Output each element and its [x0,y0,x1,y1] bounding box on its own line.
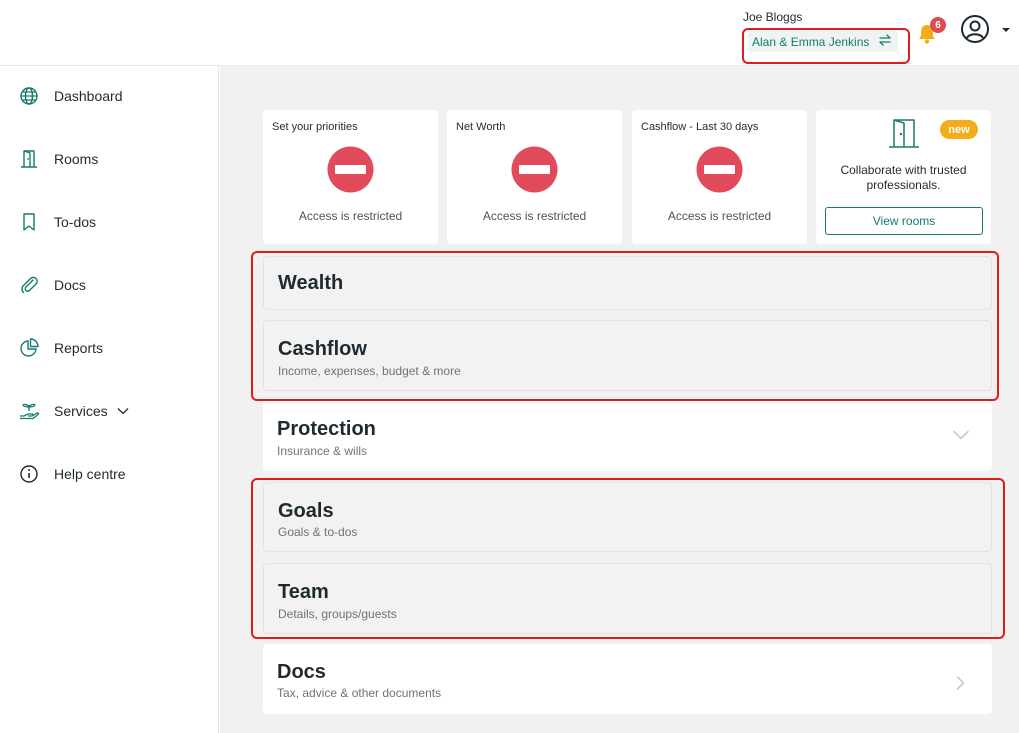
card-title: Cashflow - Last 30 days [641,121,759,133]
sidebar-item-label: Services [54,403,108,419]
globe-icon [20,87,38,105]
client-switcher[interactable]: Alan & Emma Jenkins [748,31,898,52]
access-restricted-text: Access is restricted [482,209,587,223]
chevron-right-icon[interactable] [955,675,965,691]
section-title: Docs [277,661,326,683]
sidebar-item-dashboard[interactable]: Dashboard [0,76,219,116]
notification-count-badge: 6 [930,17,946,33]
section-subtitle: Tax, advice & other documents [277,686,442,700]
no-entry-icon [696,146,743,193]
new-badge: new [940,120,978,139]
sidebar-item-label: Dashboard [54,88,123,104]
door-icon [889,119,919,148]
top-header: Joe Bloggs Alan & Emma Jenkins 6 [0,0,1019,66]
section-goals[interactable]: Goals Goals & to-dos [263,482,992,552]
section-title: Cashflow [278,338,367,360]
collaborate-message: Collaborate with trusted professionals. [840,163,967,192]
view-rooms-button[interactable]: View rooms [825,207,983,235]
paperclip-icon [21,276,38,294]
chevron-down-icon[interactable] [1001,27,1011,33]
card-title: Net Worth [456,121,506,133]
section-title: Wealth [278,272,344,294]
pie-chart-icon [20,338,39,357]
sidebar-item-label: Rooms [54,151,99,167]
section-title: Protection [277,418,376,440]
no-entry-icon [327,146,374,193]
chevron-down-icon [117,408,129,415]
access-restricted-text: Access is restricted [298,209,403,223]
section-subtitle: Insurance & wills [277,444,368,458]
section-docs[interactable]: Docs Tax, advice & other documents [263,644,992,714]
section-title: Goals [278,500,334,522]
user-name: Joe Bloggs [743,10,803,24]
access-restricted-text: Access is restricted [667,209,772,223]
info-icon [20,465,38,483]
sidebar-item-todos[interactable]: To-dos [0,202,219,242]
priorities-card[interactable]: Set your priorities Access is restricted [263,110,438,244]
section-subtitle: Goals & to-dos [278,525,358,539]
section-title: Team [278,581,329,603]
sidebar-item-label: To-dos [54,214,97,230]
sidebar: Dashboard Rooms To-dos Docs Reports Serv… [0,66,219,733]
sidebar-item-label: Help centre [54,466,126,482]
cashflow-30-days-card[interactable]: Cashflow - Last 30 days Access is restri… [632,110,807,244]
section-team[interactable]: Team Details, groups/guests [263,563,992,634]
sidebar-item-help-centre[interactable]: Help centre [0,454,219,494]
card-title: Set your priorities [272,121,358,133]
sidebar-item-rooms[interactable]: Rooms [0,139,219,179]
section-protection[interactable]: Protection Insurance & wills [263,401,992,471]
hand-plant-icon [20,403,40,420]
section-subtitle: Details, groups/guests [278,607,397,621]
sidebar-item-services[interactable]: Services [0,391,219,431]
section-cashflow[interactable]: Cashflow Income, expenses, budget & more [263,320,992,391]
sidebar-item-label: Docs [54,277,86,293]
bookmark-icon [23,213,35,231]
collaborate-card: new Collaborate with trusted professiona… [816,110,991,244]
sidebar-item-reports[interactable]: Reports [0,328,219,368]
door-icon [21,150,37,168]
section-wealth[interactable]: Wealth [263,256,992,310]
sidebar-item-docs[interactable]: Docs [0,265,219,305]
chevron-down-icon[interactable] [952,429,970,441]
client-name: Alan & Emma Jenkins [752,34,870,49]
section-subtitle: Income, expenses, budget & more [278,364,461,378]
user-circle-icon[interactable] [960,14,990,44]
sidebar-item-label: Reports [54,340,104,356]
no-entry-icon [511,146,558,193]
net-worth-card[interactable]: Net Worth Access is restricted [447,110,622,244]
swap-arrows-icon [879,34,891,46]
